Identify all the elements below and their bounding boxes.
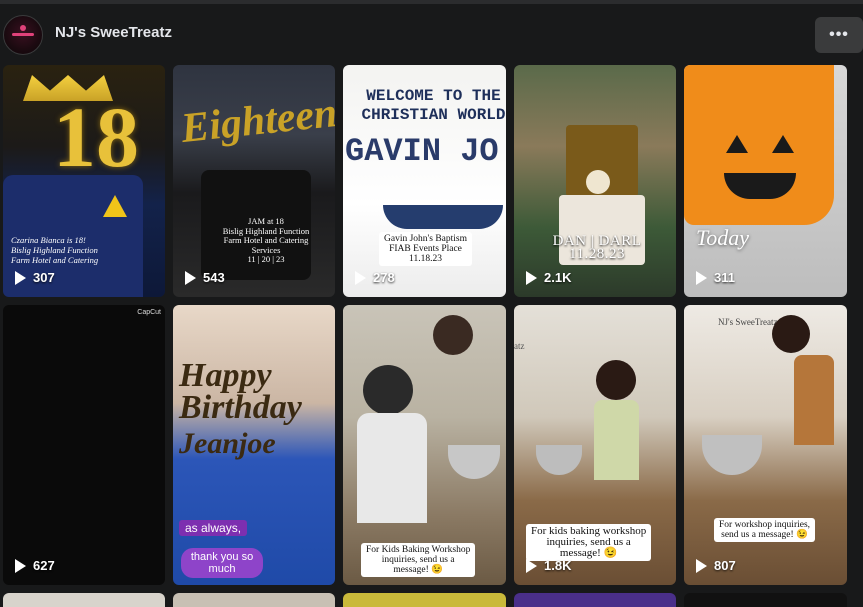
logo-mark-bar [12, 33, 34, 36]
view-count-value: 627 [33, 558, 55, 573]
reel-overlay-text: JAM at 18 Bislig Highland Function Farm … [222, 216, 310, 264]
child-body [357, 413, 427, 523]
top-divider [0, 0, 863, 4]
view-count: 807 [696, 558, 736, 573]
view-count-value: 543 [203, 270, 225, 285]
view-count: 311 [696, 270, 735, 285]
reel-tile-partial[interactable] [3, 593, 165, 607]
pumpkin-eye [726, 135, 748, 153]
view-count-value: 307 [33, 270, 55, 285]
mixing-bowl [702, 435, 762, 475]
flower-decoration [586, 170, 610, 194]
reel-tile[interactable]: NJ's SweeTreatz For workshop inquiries, … [684, 305, 847, 585]
play-icon [696, 270, 707, 285]
view-count: 2.1K [526, 270, 571, 285]
reel-caption: as always, [179, 520, 248, 536]
mixing-bowl [448, 445, 500, 479]
reel-caption: For kids baking workshop inquiries, send… [526, 524, 652, 561]
play-icon [355, 270, 366, 285]
reel-caption: For workshop inquiries, send us a messag… [714, 518, 816, 542]
reel-tile[interactable]: DAN | DARL 11.28.23 2.1K [514, 65, 676, 297]
play-icon [526, 558, 537, 573]
banner-decoration [383, 205, 503, 229]
play-icon [185, 270, 196, 285]
mixing-bowl [536, 445, 582, 475]
view-count-value: 2.1K [544, 270, 572, 285]
view-count-value: 311 [714, 270, 735, 285]
page-avatar[interactable] [3, 15, 43, 55]
reel-tile[interactable]: 18 Czarina Bianca is 18! Bislig Highland… [3, 65, 165, 297]
child-apron [594, 400, 639, 480]
child-head [433, 315, 473, 355]
reel-caption: Gavin John's Baptism FIAB Events Place 1… [379, 232, 472, 266]
reel-tile[interactable]: For Kids Baking Workshop inquiries, send… [343, 305, 506, 585]
reel-tile-partial[interactable] [173, 593, 335, 607]
child-head [596, 360, 636, 400]
pumpkin-eye [772, 135, 794, 153]
view-count: 278 [355, 270, 395, 285]
capcut-badge: CapCut [137, 309, 161, 316]
cake-topper-name: Jeanjoe [179, 427, 276, 460]
page-name[interactable]: NJ's SweeTreatz [55, 24, 172, 41]
play-icon [15, 558, 26, 573]
reel-overlay-text: DAN | DARL 11.28.23 [552, 233, 642, 262]
cake-topper-text: Eighteen [179, 89, 335, 153]
sign-name: GAVIN JO [345, 133, 499, 170]
pumpkin-cake [684, 65, 834, 225]
logo-mark [20, 25, 26, 31]
reel-overlay-text: Today [696, 225, 749, 250]
view-count: 1.8K [526, 558, 571, 573]
play-icon [15, 270, 26, 285]
play-icon [696, 558, 707, 573]
view-count: 543 [185, 270, 225, 285]
reel-tile[interactable]: atz For kids baking workshop inquiries, … [514, 305, 676, 585]
reel-tile[interactable]: Happy Birthday Jeanjoe as always, thank … [173, 305, 335, 585]
reel-tile[interactable]: Eighteen JAM at 18 Bislig Highland Funct… [173, 65, 335, 297]
child-head [363, 365, 413, 415]
view-count: 627 [15, 558, 55, 573]
reel-tile[interactable]: Today 311 [684, 65, 847, 297]
reel-tile[interactable]: WELCOME TO THE CHRISTIAN WORLD GAVIN JO … [343, 65, 506, 297]
child-body [794, 355, 834, 445]
more-options-button[interactable]: ••• [815, 17, 863, 53]
reel-caption: For Kids Baking Workshop inquiries, send… [361, 543, 476, 577]
star-decoration [103, 195, 127, 217]
reel-overlay-text: Czarina Bianca is 18! Bislig Highland Fu… [11, 235, 99, 265]
play-icon [526, 270, 537, 285]
reel-tile-partial[interactable] [343, 593, 506, 607]
cake-topper-number: 18 [53, 89, 139, 185]
reel-tile-partial[interactable] [514, 593, 676, 607]
reel-caption-2: thank you so much [181, 548, 263, 578]
reel-tile[interactable]: CapCut 627 [3, 305, 165, 585]
sign-heading: WELCOME TO THE CHRISTIAN WORLD [361, 87, 506, 124]
page-header: NJ's SweeTreatz ••• [0, 10, 863, 60]
wall-sign-text: atz [514, 341, 525, 351]
wall-sign-text: NJ's SweeTreatz [718, 317, 778, 327]
cake-topper-text: Happy Birthday [179, 357, 302, 426]
reel-tile-partial[interactable] [684, 593, 847, 607]
view-count-value: 278 [373, 270, 395, 285]
view-count-value: 1.8K [544, 558, 572, 573]
view-count: 307 [15, 270, 55, 285]
view-count-value: 807 [714, 558, 736, 573]
child-head [772, 315, 810, 353]
